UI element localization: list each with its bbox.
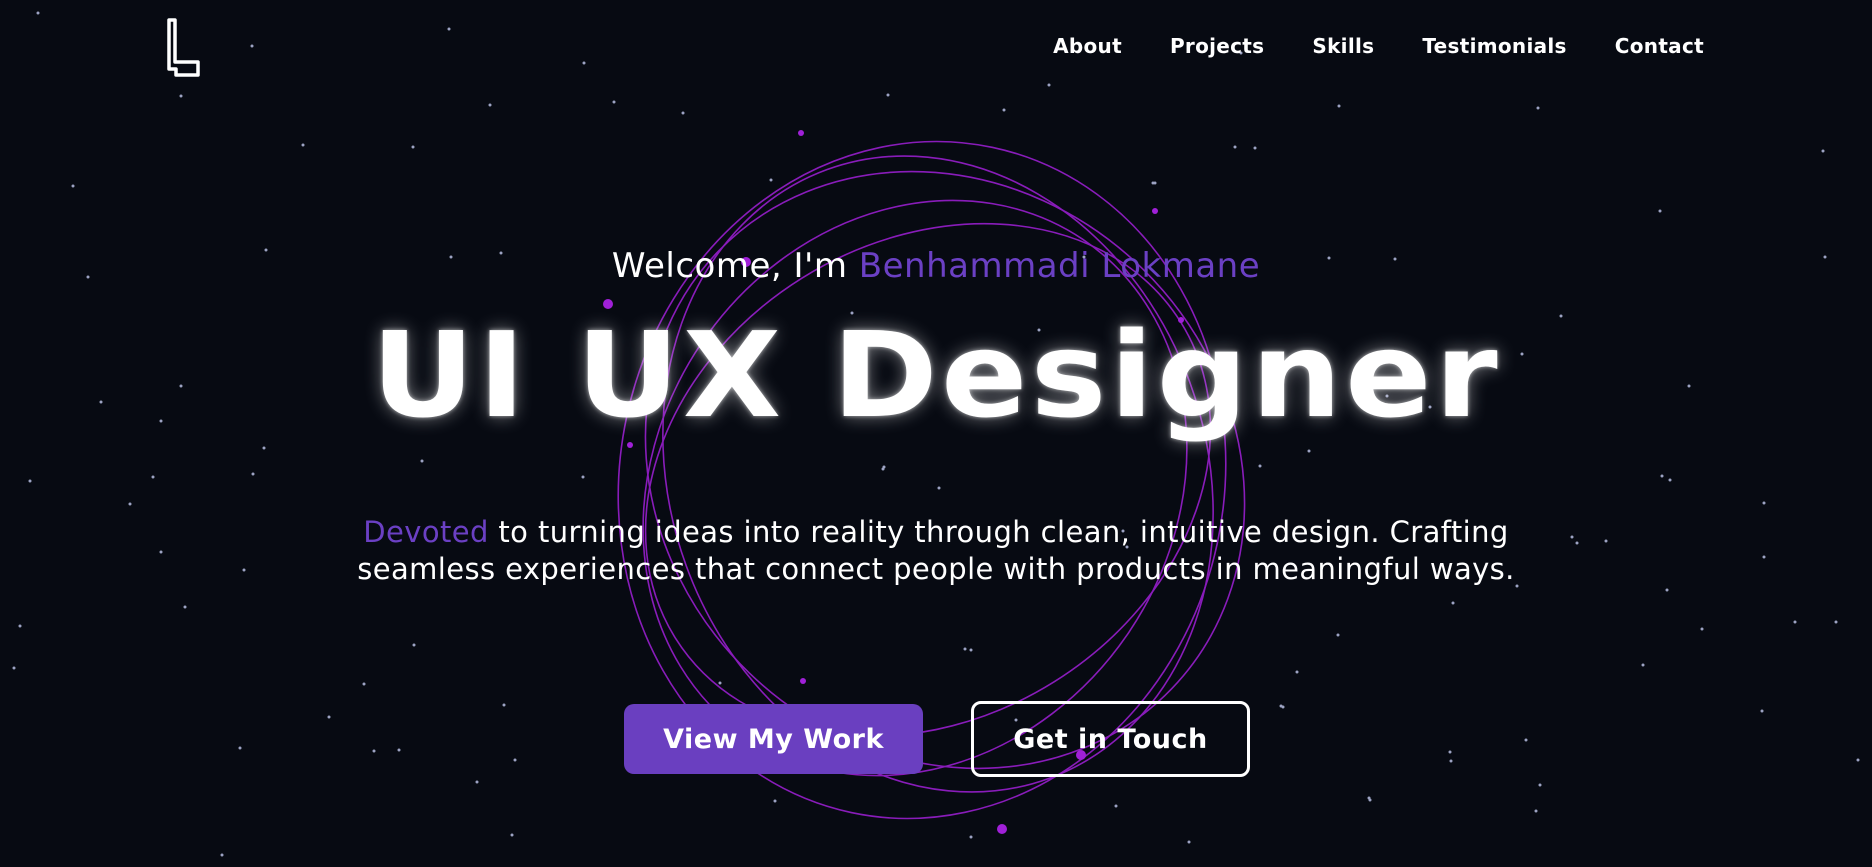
- designer-name: Benhammadi Lokmane: [858, 246, 1261, 286]
- nav-item-testimonials[interactable]: Testimonials: [1422, 34, 1566, 58]
- hero-title: UI UX Designer: [371, 306, 1501, 444]
- welcome-prefix: Welcome, I'm: [611, 246, 859, 286]
- main-navigation: About Projects Skills Testimonials Conta…: [1053, 34, 1704, 58]
- description-accent-word: Devoted: [363, 515, 489, 549]
- nav-item-projects[interactable]: Projects: [1170, 34, 1264, 58]
- nav-item-skills[interactable]: Skills: [1312, 34, 1374, 58]
- view-my-work-button[interactable]: View My Work: [624, 704, 923, 774]
- letter-l-logo-icon[interactable]: [166, 18, 202, 78]
- hero-page: About Projects Skills Testimonials Conta…: [0, 0, 1872, 867]
- nav-item-about[interactable]: About: [1053, 34, 1122, 58]
- welcome-heading: Welcome, I'm Benhammadi Lokmane: [0, 246, 1872, 286]
- get-in-touch-button[interactable]: Get in Touch: [971, 701, 1250, 777]
- description-text: to turning ideas into reality through cl…: [357, 515, 1515, 586]
- nav-item-contact[interactable]: Contact: [1615, 34, 1704, 58]
- hero-description: Devoted to turning ideas into reality th…: [300, 514, 1572, 588]
